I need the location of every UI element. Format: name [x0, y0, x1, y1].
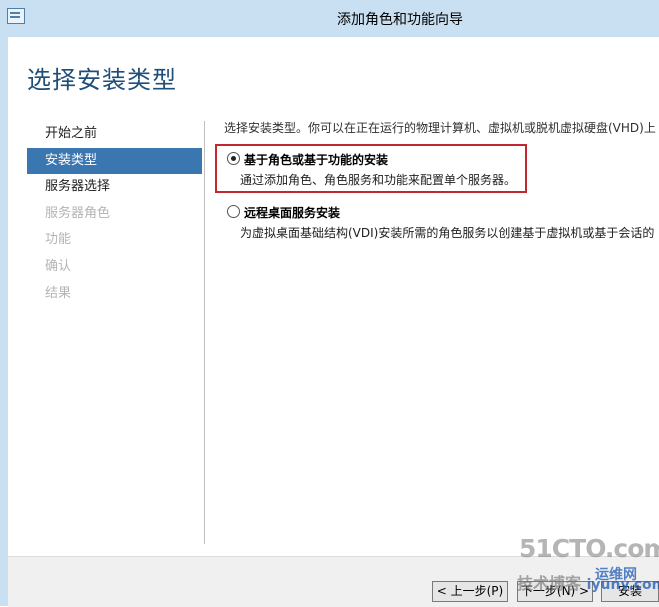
nav-item-server-roles: 服务器角色 — [45, 205, 111, 221]
annotation-highlight-box — [215, 144, 527, 193]
nav-divider — [204, 121, 205, 544]
install-button[interactable]: 安装 — [601, 581, 659, 602]
page-description: 选择安装类型。你可以在正在运行的物理计算机、虚拟机或脱机虚拟硬盘(VHD)上 — [224, 121, 656, 135]
title-bar: 添加角色和功能向导 — [0, 0, 659, 37]
previous-button[interactable]: < 上一步(P) — [432, 581, 508, 602]
nav-item-server-selection[interactable]: 服务器选择 — [27, 174, 202, 201]
window-left-frame — [0, 37, 8, 606]
next-button[interactable]: 下一步(N) > — [517, 581, 593, 602]
option-label[interactable]: 远程桌面服务安装 — [244, 204, 340, 221]
window-app-icon — [7, 8, 25, 24]
window-title: 添加角色和功能向导 — [337, 12, 463, 28]
wizard-step-list: 开始之前 安装类型 服务器选择 服务器角色 功能 确认 结果 — [27, 121, 202, 307]
nav-item-features: 功能 — [45, 232, 72, 248]
option-description: 为虚拟桌面基础结构(VDI)安装所需的角色服务以创建基于虚拟机或基于会话的 — [240, 226, 655, 240]
nav-item-confirmation: 确认 — [45, 258, 72, 274]
nav-item-before-you-begin[interactable]: 开始之前 — [27, 121, 202, 148]
page-title: 选择安装类型 — [27, 66, 177, 94]
radio-remote-desktop-install[interactable] — [227, 205, 240, 218]
main-content: 选择安装类型。你可以在正在运行的物理计算机、虚拟机或脱机虚拟硬盘(VHD)上 基… — [224, 120, 659, 240]
nav-item-results: 结果 — [45, 285, 72, 301]
nav-item-installation-type[interactable]: 安装类型 — [27, 147, 202, 175]
